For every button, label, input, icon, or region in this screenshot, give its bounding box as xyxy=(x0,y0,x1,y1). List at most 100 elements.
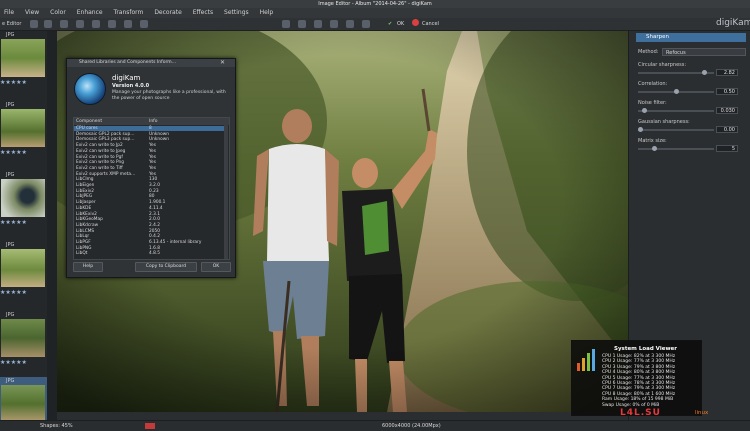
row-info: 2.4.2 xyxy=(149,222,160,228)
menu-effects[interactable]: Effects xyxy=(193,9,213,16)
dialog-title-bar[interactable]: Shared Libraries and Components Inform… xyxy=(67,59,235,67)
panel-title: Sharpen xyxy=(646,34,669,40)
row-info: 130 xyxy=(149,177,158,183)
undo-icon[interactable] xyxy=(30,20,38,28)
table-row[interactable]: LibLqr 0.4.2 xyxy=(74,234,224,239)
guide-icon[interactable] xyxy=(330,20,338,28)
menu-color[interactable]: Color xyxy=(50,9,66,16)
rotate-left-icon[interactable] xyxy=(76,20,84,28)
rotate-right-icon[interactable] xyxy=(92,20,100,28)
row-component: Exiv2 can write to Tiff xyxy=(76,165,123,171)
row-component: LibEigen xyxy=(76,183,95,188)
thumbnail[interactable]: JPG ★★★★★ xyxy=(0,31,47,93)
param-slider[interactable] xyxy=(638,70,714,75)
thumbnail-image xyxy=(1,39,45,77)
dialog-ok-button[interactable]: OK xyxy=(201,262,231,272)
thumbnail-rating[interactable]: ★★★★★ xyxy=(0,79,27,86)
copy-button-label: Copy to Clipboard xyxy=(145,264,187,269)
menu-file[interactable]: File xyxy=(4,9,14,16)
param-slider[interactable] xyxy=(638,108,714,113)
param-value-spinbox[interactable]: 0.50 xyxy=(716,88,738,95)
thumbnail-selected[interactable]: JPG xyxy=(0,377,47,420)
components-table[interactable]: Component Info CPU cores 8 Demosaic GPL2 p… xyxy=(73,117,230,260)
table-scrollbar[interactable] xyxy=(224,125,228,259)
thumbnail-rating[interactable]: ★★★★★ xyxy=(0,289,27,296)
slider-handle[interactable] xyxy=(641,108,647,113)
table-row[interactable]: LibKDE 4.11.4 xyxy=(74,206,224,211)
table-row[interactable]: LibCImg 130 xyxy=(74,177,224,182)
copy-to-clipboard-button[interactable]: Copy to Clipboard xyxy=(135,262,197,272)
param-slider[interactable] xyxy=(638,146,714,151)
param-value-spinbox[interactable]: 2.82 xyxy=(716,69,738,76)
table-row[interactable]: Exiv2 can write to Jpeg Yes xyxy=(74,149,224,154)
thumbnail-format: JPG xyxy=(6,102,15,108)
thumbnail[interactable]: JPG ★★★★★ xyxy=(0,311,47,373)
underexposure-icon[interactable] xyxy=(362,20,370,28)
overexposure-icon[interactable] xyxy=(346,20,354,28)
row-info: 4.11.4 xyxy=(149,205,163,211)
row-info: Yes xyxy=(149,143,156,149)
thumbnail-rating[interactable]: ★★★★★ xyxy=(0,359,27,366)
row-component: LibKGeoMap xyxy=(76,217,103,223)
help-button-label: Help xyxy=(82,264,94,269)
table-header: Component Info xyxy=(74,118,229,125)
panel-header: Sharpen xyxy=(636,33,746,42)
load-bars-icon xyxy=(577,349,599,371)
menu-transform[interactable]: Transform xyxy=(114,9,144,16)
help-button[interactable]: Help xyxy=(73,262,103,272)
table-row[interactable]: LibJPEG 80 xyxy=(74,194,224,199)
thumbnail[interactable]: JPG ★★★★★ xyxy=(0,101,47,163)
toolbar-ok-button[interactable]: OK xyxy=(397,18,404,30)
slider-handle[interactable] xyxy=(701,70,707,75)
thumbnail-rating[interactable]: ★★★★★ xyxy=(0,149,27,156)
param-value-spinbox[interactable]: 0.00 xyxy=(716,126,738,133)
thumbnail-scrollbar[interactable] xyxy=(47,31,57,420)
crop-icon[interactable] xyxy=(60,20,68,28)
table-row[interactable]: LibPGF 6.13.45 - internal library xyxy=(74,240,224,245)
row-info: 6.13.45 - internal library xyxy=(149,240,202,245)
thumbnail[interactable]: JPG ★★★★★ xyxy=(0,171,47,233)
toolbar-cancel-button[interactable]: Cancel xyxy=(422,18,439,30)
table-row[interactable]: LibJasper 1.900.1 xyxy=(74,200,224,205)
thumbnail-rating[interactable]: ★★★★★ xyxy=(0,219,27,226)
menu-settings[interactable]: Settings xyxy=(224,9,249,16)
preview-icon[interactable] xyxy=(314,20,322,28)
table-row[interactable]: CPU cores 8 xyxy=(74,126,224,132)
table-row[interactable]: Exiv2 can write to Tiff Yes xyxy=(74,166,224,171)
table-row[interactable]: LibEigen 3.2.0 xyxy=(74,183,224,188)
param-slider[interactable] xyxy=(638,89,714,94)
thumbnail-format: JPG xyxy=(6,378,15,384)
table-row[interactable]: LibQt 4.8.5 xyxy=(74,251,224,256)
compare-icon[interactable] xyxy=(298,20,306,28)
menu-decorate[interactable]: Decorate xyxy=(154,9,181,16)
app-name: digiKam xyxy=(112,74,141,82)
column-info[interactable]: Info xyxy=(149,118,158,125)
method-label: Method: xyxy=(638,49,659,55)
menu-enhance[interactable]: Enhance xyxy=(77,9,103,16)
table-row[interactable]: LibKdcraw 2.4.2 xyxy=(74,223,224,228)
slider-handle[interactable] xyxy=(673,89,679,94)
table-row[interactable]: LibKGeoMap 2.0.0 xyxy=(74,217,224,222)
zoom-out-icon[interactable] xyxy=(124,20,132,28)
table-row[interactable]: Exiv2 can write to Png Yes xyxy=(74,160,224,165)
thumbnail[interactable]: JPG ★★★★★ xyxy=(0,241,47,303)
fit-window-icon[interactable] xyxy=(140,20,148,28)
param-label: Noise filter: xyxy=(638,100,667,106)
param-value-spinbox[interactable]: 5 xyxy=(716,145,738,152)
row-info: Unknown xyxy=(149,137,169,143)
redo-icon[interactable] xyxy=(44,20,52,28)
menu-view[interactable]: View xyxy=(25,9,39,16)
load-line: Ram Usage: 18% of 15 998 MiB xyxy=(602,397,674,403)
table-row[interactable]: Exiv2 can write to Jp2 Yes xyxy=(74,143,224,148)
column-component[interactable]: Component xyxy=(76,118,102,125)
table-row[interactable]: Demosaic GPL3 pack sup… Unknown xyxy=(74,137,224,142)
menu-help[interactable]: Help xyxy=(260,9,274,16)
param-slider[interactable] xyxy=(638,127,714,132)
slider-handle[interactable] xyxy=(638,127,643,132)
split-view-icon[interactable] xyxy=(282,20,290,28)
thumbnail-strip: JPG ★★★★★ JPG ★★★★★ JPG ★★★★★ JPG ★★★★★ … xyxy=(0,31,47,420)
zoom-in-icon[interactable] xyxy=(108,20,116,28)
method-select[interactable]: Refocus xyxy=(662,48,746,56)
param-value-spinbox[interactable]: 0.030 xyxy=(716,107,738,114)
dialog-close-icon[interactable]: ✕ xyxy=(220,59,225,67)
